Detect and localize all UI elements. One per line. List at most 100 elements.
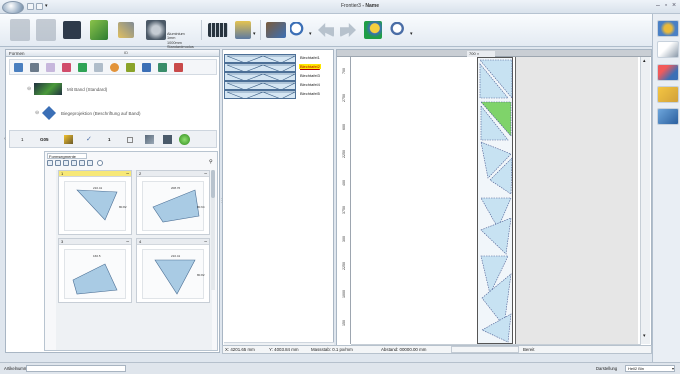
dock-document-icon[interactable] xyxy=(657,41,679,58)
report-dropdown-icon[interactable]: ▾ xyxy=(253,31,256,37)
right-dock xyxy=(652,14,680,362)
save-sheet-icon[interactable] xyxy=(36,19,56,41)
card-menu-icon[interactable]: – xyxy=(126,171,129,177)
tree-item-part[interactable]: ‹ 1 G05 ✓ 1 xyxy=(4,130,217,148)
canvas-vscroll[interactable]: ▴ ▾ xyxy=(640,57,650,344)
copy-icon[interactable] xyxy=(94,63,103,72)
search-dropdown-icon[interactable]: ▾ xyxy=(410,31,413,37)
dock-stack-icon[interactable] xyxy=(657,86,679,103)
restore-icon[interactable]: ▫ xyxy=(662,2,670,10)
dock-layers-icon[interactable] xyxy=(657,108,679,125)
list-view-icon[interactable] xyxy=(30,63,39,72)
panel-title: Formen xyxy=(9,51,25,56)
sheet-strip[interactable] xyxy=(477,57,513,344)
delete-icon[interactable] xyxy=(174,63,183,72)
projection-icon xyxy=(42,106,56,120)
double-rect-icon[interactable] xyxy=(55,160,61,166)
dim-top: 208.76 xyxy=(171,186,181,190)
check-icon[interactable]: ✓ xyxy=(86,135,92,143)
select-checkbox[interactable] xyxy=(127,137,133,143)
nesting-icon[interactable] xyxy=(208,23,228,37)
scroll-up-icon[interactable]: ▴ xyxy=(643,58,646,64)
material-settings-icon[interactable] xyxy=(146,20,166,40)
sheet-thumbnail xyxy=(224,54,296,63)
scroll-down-icon[interactable]: ▾ xyxy=(643,333,646,339)
material-icon[interactable] xyxy=(90,20,108,40)
dock-chart-icon[interactable] xyxy=(657,64,679,81)
tab-close-icon[interactable]: × xyxy=(477,51,479,56)
chevron-down-icon: ▾ xyxy=(671,366,674,371)
report-icon[interactable] xyxy=(235,21,251,39)
magnify-icon[interactable]: ⚲ xyxy=(209,159,213,165)
rotate-icon[interactable] xyxy=(110,63,119,72)
panel-toolbar xyxy=(9,59,217,75)
shape-card[interactable]: 3– 160.5 xyxy=(58,238,132,303)
ok-status-icon[interactable] xyxy=(179,134,190,145)
ruler-left: 700 2750 600 2250 400 3750 300 2250 1000 150 xyxy=(337,57,351,344)
redo-icon[interactable] xyxy=(340,23,356,37)
add-icon[interactable] xyxy=(46,63,55,72)
ruler-label: 1000 xyxy=(342,290,346,298)
ruler-label: 3750 xyxy=(342,206,346,214)
shape-card[interactable]: 1– 210.41 80.82 xyxy=(58,170,132,235)
circle-icon[interactable] xyxy=(97,160,103,166)
card-menu-icon[interactable]: – xyxy=(204,239,207,245)
status-scale: Massstab: 0.1 px/mm xyxy=(311,347,353,352)
quick-undo-icon[interactable] xyxy=(36,3,43,10)
shape-toolbar: ⚲ xyxy=(47,159,215,167)
canvas-area[interactable] xyxy=(351,57,651,344)
edit-pen-icon[interactable] xyxy=(118,22,134,38)
grid-icon[interactable] xyxy=(79,160,85,166)
dim-side: 80.82 xyxy=(197,273,205,277)
export-icon[interactable] xyxy=(158,63,167,72)
shape-card[interactable]: 4– 210.41 80.82 xyxy=(136,238,210,303)
split-icon[interactable] xyxy=(63,160,69,166)
shape-card[interactable]: 2– 208.76 80.64 xyxy=(136,170,210,235)
dock-properties-icon[interactable] xyxy=(657,20,679,37)
gear-icon[interactable] xyxy=(126,63,135,72)
measure-icon[interactable] xyxy=(142,63,151,72)
sheet-list-item[interactable]: Blechtafel5 xyxy=(224,90,334,99)
tab-id[interactable]: ID xyxy=(120,50,132,57)
box-icon[interactable] xyxy=(64,135,73,144)
tree-view-icon[interactable] xyxy=(14,63,23,72)
sheet-thumbnail xyxy=(224,72,296,81)
save-icon[interactable] xyxy=(63,21,81,39)
sheet-list-item[interactable]: Blechtafel2 xyxy=(224,63,334,72)
card-menu-icon[interactable]: – xyxy=(126,239,129,245)
close-icon[interactable]: × xyxy=(670,2,678,10)
expand-icon[interactable]: ⊖ xyxy=(27,86,31,92)
arrange-icon[interactable] xyxy=(71,160,77,166)
new-sheet-icon[interactable] xyxy=(10,19,30,41)
article-filter-input[interactable] xyxy=(26,365,126,372)
flag-icon[interactable] xyxy=(87,160,93,166)
tool-icon[interactable] xyxy=(145,135,154,144)
sheet-list-item[interactable]: Blechtafel1 xyxy=(224,54,334,63)
tree-item-projection[interactable]: ⊖ Biegeprojektion (Beschriftung auf Band… xyxy=(9,106,217,120)
settings-icon[interactable] xyxy=(163,135,172,144)
shape-card-list: 1–210.41 80.82 2–208.76 80.64 3–160.5 4–210.4… xyxy=(56,170,212,350)
minimize-icon[interactable]: – xyxy=(654,2,662,10)
undo-icon[interactable] xyxy=(318,23,334,37)
tab-shape-segments[interactable]: Formsegmente xyxy=(47,153,87,159)
import-icon[interactable] xyxy=(62,63,71,72)
part-icon[interactable] xyxy=(78,63,87,72)
list-scrollbar[interactable] xyxy=(211,170,215,290)
search-tool-icon[interactable] xyxy=(390,22,408,38)
nested-part[interactable] xyxy=(481,313,512,343)
zoom-icon[interactable] xyxy=(290,22,308,38)
collapse-arrow-icon[interactable]: ‹ xyxy=(4,136,6,142)
view-select[interactable]: Hell2 Bin ▾ xyxy=(625,365,675,372)
application-menu-button[interactable] xyxy=(2,1,24,14)
tree-item-band[interactable]: ⊖ Mit Band (Standard) xyxy=(9,82,217,96)
sheet-list-item[interactable]: Blechtafel3 xyxy=(224,72,334,81)
qat-dropdown-icon[interactable]: ▾ xyxy=(45,3,50,10)
stamp-icon[interactable] xyxy=(266,22,286,38)
quick-save-icon[interactable] xyxy=(27,3,34,10)
rect-icon[interactable] xyxy=(47,160,53,166)
zoom-dropdown-icon[interactable]: ▾ xyxy=(309,31,312,37)
help-icon[interactable] xyxy=(364,21,382,39)
sheet-list-item[interactable]: Blechtafel4 xyxy=(224,81,334,90)
expand-icon[interactable]: ⊖ xyxy=(35,110,39,116)
card-menu-icon[interactable]: – xyxy=(204,171,207,177)
